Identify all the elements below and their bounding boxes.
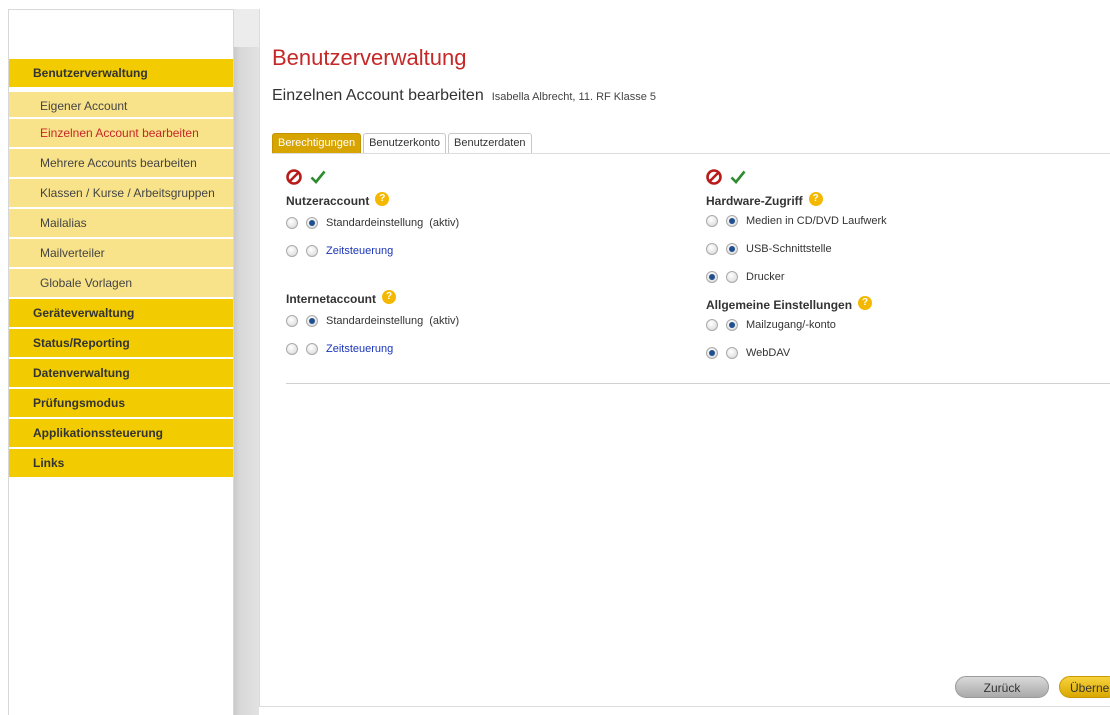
allow-radio[interactable] <box>726 243 738 255</box>
page-subtitle: Einzelnen Account bearbeiten Isabella Alb… <box>272 87 656 105</box>
permissions-left-column: Nutzeraccount ? Standardeinstellung (akt… <box>286 167 686 363</box>
option-row: USB-Schnittstelle <box>706 235 1106 263</box>
column-legend <box>706 167 1106 187</box>
option-row: WebDAV <box>706 339 1106 367</box>
tab-bar: Berechtigungen Benutzerkonto Benutzerdat… <box>272 133 534 153</box>
nav-section-benutzerverwaltung[interactable]: Benutzerverwaltung <box>9 59 233 89</box>
allow-radio[interactable] <box>306 343 318 355</box>
deny-radio[interactable] <box>706 243 718 255</box>
deny-radio[interactable] <box>286 217 298 229</box>
option-label: USB-Schnittstelle <box>746 243 832 255</box>
sidebar-divider-top <box>234 9 259 47</box>
option-label: Standardeinstellung <box>326 217 424 229</box>
deny-radio[interactable] <box>706 347 718 359</box>
zeitsteuerung-link[interactable]: Zeitsteuerung <box>326 343 393 355</box>
group-title-text: Nutzeraccount <box>286 194 370 208</box>
deny-radio[interactable] <box>706 271 718 283</box>
group-title-internetaccount: Internetaccount ? <box>286 289 686 309</box>
nav-item-einzelnen-account[interactable]: Einzelnen Account bearbeiten <box>9 119 233 149</box>
option-label: Mailzugang/-konto <box>746 319 836 331</box>
group-title-text: Internetaccount <box>286 292 377 306</box>
nav-item-eigener-account[interactable]: Eigener Account <box>9 89 233 119</box>
option-label: Medien in CD/DVD Laufwerk <box>746 215 887 227</box>
sidebar-nav: Benutzerverwaltung Eigener Account Einze… <box>9 59 233 479</box>
option-label: Standardeinstellung <box>326 315 424 327</box>
option-label: WebDAV <box>746 347 791 359</box>
allow-radio[interactable] <box>306 245 318 257</box>
nav-item-globale-vorlagen[interactable]: Globale Vorlagen <box>9 269 233 299</box>
nav-section-geraeteverwaltung[interactable]: Geräteverwaltung <box>9 299 233 329</box>
check-icon <box>730 170 746 184</box>
deny-radio[interactable] <box>286 343 298 355</box>
nav-item-mailverteiler[interactable]: Mailverteiler <box>9 239 233 269</box>
group-title-nutzeraccount: Nutzeraccount ? <box>286 191 686 211</box>
option-row: Zeitsteuerung <box>286 237 686 265</box>
option-note: (aktiv) <box>429 217 460 229</box>
help-icon[interactable]: ? <box>858 296 873 310</box>
allow-radio[interactable] <box>726 215 738 227</box>
nav-item-mailalias[interactable]: Mailalias <box>9 209 233 239</box>
option-note: (aktiv) <box>429 315 460 327</box>
nav-section-status-reporting[interactable]: Status/Reporting <box>9 329 233 359</box>
option-label: Drucker <box>746 271 785 283</box>
allow-radio[interactable] <box>726 271 738 283</box>
forbid-icon <box>706 169 722 185</box>
content-divider <box>286 383 1110 384</box>
group-title-text: Hardware-Zugriff <box>706 194 803 208</box>
forbid-icon <box>286 169 302 185</box>
option-row: Standardeinstellung (aktiv) <box>286 209 686 237</box>
user-info: Isabella Albrecht, 11. RF Klasse 5 <box>491 91 656 103</box>
permissions-right-column: Hardware-Zugriff ? Medien in CD/DVD Lauf… <box>706 167 1106 367</box>
sidebar: Benutzerverwaltung Eigener Account Einze… <box>8 9 234 715</box>
nav-section-applikationssteuerung[interactable]: Applikationssteuerung <box>9 419 233 449</box>
zeitsteuerung-link[interactable]: Zeitsteuerung <box>326 245 393 257</box>
tab-benutzerkonto[interactable]: Benutzerkonto <box>363 133 446 153</box>
allow-radio[interactable] <box>726 319 738 331</box>
help-icon[interactable]: ? <box>375 192 390 206</box>
deny-radio[interactable] <box>286 245 298 257</box>
option-row: Drucker <box>706 263 1106 291</box>
deny-radio[interactable] <box>286 315 298 327</box>
deny-radio[interactable] <box>706 215 718 227</box>
tab-benutzerdaten[interactable]: Benutzerdaten <box>448 133 532 153</box>
subtitle-text: Einzelnen Account bearbeiten <box>272 87 484 104</box>
page-title: Benutzerverwaltung <box>272 45 467 70</box>
allow-radio[interactable] <box>306 315 318 327</box>
apply-button[interactable]: Übernehmen <box>1059 676 1110 698</box>
back-button[interactable]: Zurück <box>955 676 1049 698</box>
nav-section-links[interactable]: Links <box>9 449 233 479</box>
check-icon <box>310 170 326 184</box>
allow-radio[interactable] <box>306 217 318 229</box>
option-row: Medien in CD/DVD Laufwerk <box>706 207 1106 235</box>
allow-radio[interactable] <box>726 347 738 359</box>
column-legend <box>286 167 686 187</box>
help-icon[interactable]: ? <box>808 192 823 206</box>
tab-divider <box>272 153 1110 154</box>
tab-berechtigungen[interactable]: Berechtigungen <box>272 133 362 153</box>
deny-radio[interactable] <box>706 319 718 331</box>
nav-item-klassen-kurse[interactable]: Klassen / Kurse / Arbeitsgruppen <box>9 179 233 209</box>
nav-section-pruefungsmodus[interactable]: Prüfungsmodus <box>9 389 233 419</box>
option-row: Mailzugang/-konto <box>706 311 1106 339</box>
sidebar-divider <box>234 9 259 715</box>
nav-section-datenverwaltung[interactable]: Datenverwaltung <box>9 359 233 389</box>
help-icon[interactable]: ? <box>382 290 397 304</box>
group-title-text: Allgemeine Einstellungen <box>706 298 853 312</box>
option-row: Standardeinstellung (aktiv) <box>286 307 686 335</box>
nav-item-mehrere-accounts[interactable]: Mehrere Accounts bearbeiten <box>9 149 233 179</box>
option-row: Zeitsteuerung <box>286 335 686 363</box>
main-panel: Benutzerverwaltung Einzelnen Account bea… <box>259 9 1110 707</box>
